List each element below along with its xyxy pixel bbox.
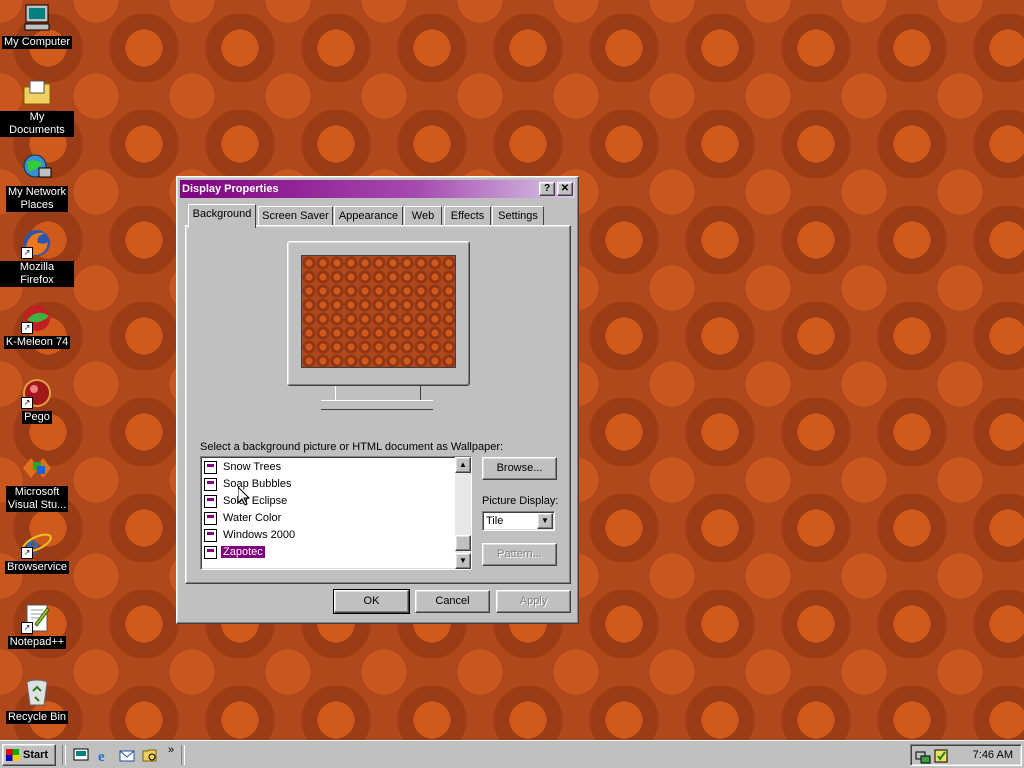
desktop-icon-notepad-plus-plus[interactable]: ↗ Notepad++ — [0, 602, 74, 649]
scroll-up-button[interactable]: ▲ — [455, 457, 471, 473]
tab-effects[interactable]: Effects — [444, 206, 491, 226]
apply-button[interactable]: Apply — [496, 590, 571, 613]
close-button[interactable]: ✕ — [557, 182, 573, 196]
desktop-icon-browservice[interactable]: e ↗ Browservice — [0, 527, 74, 574]
list-item-selected[interactable]: Zapotec — [204, 544, 265, 560]
desktop-icon-k-meleon[interactable]: ↗ K-Meleon 74 — [0, 302, 74, 349]
list-scrollbar[interactable]: ▲ ▼ — [455, 457, 471, 569]
cancel-button[interactable]: Cancel — [415, 590, 490, 613]
desktop-icon-my-documents[interactable]: My Documents — [0, 77, 74, 137]
shortcut-arrow-icon: ↗ — [21, 622, 33, 634]
monitor-neck — [335, 386, 421, 400]
explorer-icon[interactable] — [142, 747, 158, 763]
picture-display-value: Tile — [486, 515, 504, 527]
shortcut-arrow-icon: ↗ — [21, 247, 33, 259]
shortcut-arrow-icon: ↗ — [21, 547, 33, 559]
html-document-icon — [204, 528, 217, 542]
picture-display-label: Picture Display: — [482, 495, 559, 507]
desktop-icon-recycle-bin[interactable]: Recycle Bin — [0, 677, 74, 724]
html-document-icon — [204, 477, 217, 491]
wallpaper-list[interactable]: Snow Trees Soap Bubbles Solar Eclipse Wa… — [200, 456, 472, 570]
html-document-icon — [204, 545, 217, 559]
internet-explorer-icon[interactable]: e — [96, 747, 112, 763]
scroll-down-button[interactable]: ▼ — [455, 553, 471, 569]
dialog-title: Display Properties — [182, 183, 279, 195]
outlook-express-icon[interactable] — [119, 747, 135, 763]
notepad-plus-plus-icon: ↗ — [21, 602, 53, 634]
clock[interactable]: 7:46 AM — [973, 745, 1013, 765]
desktop-icon-label: Notepad++ — [7, 636, 67, 649]
start-button[interactable]: Start — [2, 744, 56, 766]
list-item[interactable]: Windows 2000 — [204, 527, 297, 543]
desktop-icon-label: Microsoft Visual Stu... — [5, 486, 69, 512]
internet-explorer-icon: e ↗ — [21, 527, 53, 561]
list-item[interactable]: Snow Trees — [204, 459, 283, 475]
html-document-icon — [204, 494, 217, 508]
desktop-icon-pego[interactable]: ↗ Pego — [0, 377, 74, 424]
tab-appearance[interactable]: Appearance — [334, 206, 403, 226]
html-document-icon — [204, 511, 217, 525]
desktop-icon-my-computer[interactable]: My Computer — [0, 2, 74, 49]
shortcut-arrow-icon: ↗ — [21, 322, 33, 334]
desktop-icon-label: K-Meleon 74 — [3, 336, 71, 349]
shortcut-arrow-icon: ↗ — [21, 397, 33, 409]
desktop-icon-label: Pego — [22, 411, 52, 424]
my-documents-icon — [21, 77, 53, 109]
desktop-icon-firefox[interactable]: ↗ Mozilla Firefox — [0, 227, 74, 287]
chevron-down-icon[interactable]: ▼ — [537, 513, 553, 529]
scroll-thumb[interactable] — [455, 535, 471, 551]
desktop-icon-label: Mozilla Firefox — [0, 261, 74, 287]
ok-button[interactable]: OK — [333, 589, 410, 614]
desktop-icon-label: My Network Places — [5, 186, 69, 212]
desktop-icon-label: My Computer — [1, 36, 73, 49]
k-meleon-icon: ↗ — [21, 302, 53, 334]
desktop-icon-label: My Documents — [0, 111, 74, 137]
network-places-icon — [21, 152, 53, 184]
monitor-base — [321, 400, 433, 410]
taskbar-divider — [181, 745, 185, 765]
mouse-cursor-icon — [238, 487, 250, 506]
desktop-icon-network-places[interactable]: My Network Places — [0, 152, 74, 212]
pattern-button[interactable]: Pattern... — [482, 543, 557, 566]
tab-background[interactable]: Background — [188, 204, 256, 228]
desktop-icon-label: Browservice — [5, 561, 69, 574]
tab-screen-saver[interactable]: Screen Saver — [258, 206, 333, 226]
taskbar-divider — [62, 745, 66, 765]
show-desktop-icon[interactable] — [73, 747, 89, 763]
windows-flag-icon — [6, 749, 19, 761]
tab-settings[interactable]: Settings — [492, 206, 544, 226]
list-item[interactable]: Water Color — [204, 510, 283, 526]
my-computer-icon — [21, 2, 53, 34]
html-document-icon — [204, 460, 217, 474]
svg-text:e: e — [98, 749, 105, 763]
network-tray-icon[interactable] — [915, 748, 931, 764]
recycle-bin-icon — [21, 677, 53, 709]
tab-web[interactable]: Web — [404, 206, 442, 226]
desktop-icon-visual-studio[interactable]: Microsoft Visual Stu... — [0, 452, 74, 512]
taskbar: Start e » 7:46 AM — [0, 740, 1024, 768]
visual-studio-icon — [21, 452, 53, 484]
firefox-icon: ↗ — [21, 227, 53, 259]
help-button[interactable]: ? — [539, 182, 555, 196]
desktop-icon-label: Recycle Bin — [5, 711, 69, 724]
quick-launch-more[interactable]: » — [168, 744, 174, 756]
wallpaper-prompt: Select a background picture or HTML docu… — [200, 441, 504, 453]
pego-icon: ↗ — [21, 377, 53, 409]
wallpaper-preview — [301, 255, 456, 368]
system-tray: 7:46 AM — [910, 744, 1022, 766]
picture-display-select[interactable]: Tile ▼ — [482, 511, 555, 531]
security-tray-icon[interactable] — [933, 748, 949, 764]
browse-button[interactable]: Browse... — [482, 457, 557, 480]
dialog-titlebar[interactable]: Display Properties ? ✕ — [180, 180, 575, 198]
